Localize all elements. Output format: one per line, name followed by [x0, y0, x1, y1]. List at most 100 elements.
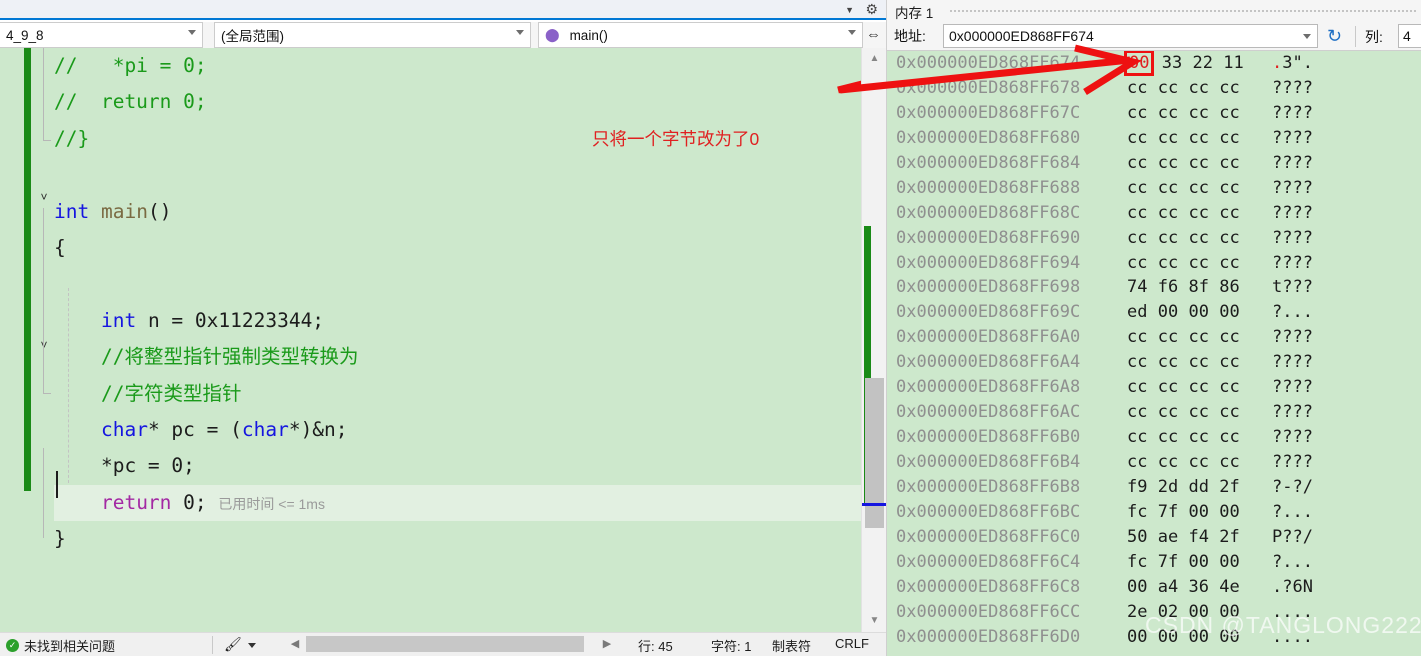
- address-input[interactable]: 0x000000ED868FF674: [943, 24, 1318, 48]
- status-eol-label[interactable]: CRLF: [835, 636, 869, 651]
- memory-byte[interactable]: 7f: [1158, 552, 1178, 572]
- memory-byte[interactable]: cc: [1188, 78, 1208, 98]
- memory-byte[interactable]: cc: [1127, 377, 1147, 397]
- memory-byte[interactable]: 7f: [1158, 502, 1178, 522]
- memory-byte[interactable]: cc: [1219, 228, 1239, 248]
- memory-byte[interactable]: fc: [1127, 502, 1147, 522]
- memory-byte[interactable]: 00: [1219, 302, 1239, 322]
- memory-byte[interactable]: 00: [1188, 552, 1208, 572]
- memory-row[interactable]: 0x000000ED868FF6C8 00 a4 36 4e .?6N: [887, 575, 1421, 600]
- memory-byte[interactable]: cc: [1219, 253, 1239, 273]
- memory-byte[interactable]: cc: [1127, 178, 1147, 198]
- memory-row[interactable]: 0x000000ED868FF6A4 cc cc cc cc????: [887, 350, 1421, 375]
- memory-byte[interactable]: 2f: [1219, 527, 1239, 547]
- code-line[interactable]: {: [54, 230, 886, 266]
- memory-row[interactable]: 0x000000ED868FF68C cc cc cc cc????: [887, 201, 1421, 226]
- memory-byte[interactable]: cc: [1127, 153, 1147, 173]
- memory-byte[interactable]: cc: [1158, 103, 1178, 123]
- code-line[interactable]: int main(): [54, 194, 886, 230]
- memory-byte[interactable]: cc: [1219, 178, 1239, 198]
- memory-byte[interactable]: 00: [1188, 502, 1208, 522]
- memory-row[interactable]: 0x000000ED868FF678 cc cc cc cc????: [887, 76, 1421, 101]
- drag-handle-dots[interactable]: [949, 9, 1418, 14]
- memory-byte[interactable]: 22: [1192, 53, 1212, 73]
- memory-row[interactable]: 0x000000ED868FF6AC cc cc cc cc????: [887, 400, 1421, 425]
- gear-icon[interactable]: ⚙: [865, 1, 878, 17]
- memory-byte[interactable]: cc: [1127, 352, 1147, 372]
- memory-byte[interactable]: f4: [1188, 527, 1208, 547]
- memory-byte[interactable]: 11: [1223, 53, 1243, 73]
- memory-byte[interactable]: 2f: [1219, 477, 1239, 497]
- hscrollbar-thumb[interactable]: [306, 636, 584, 652]
- memory-row[interactable]: 0x000000ED868FF694 cc cc cc cc????: [887, 251, 1421, 276]
- memory-row[interactable]: 0x000000ED868FF6A8 cc cc cc cc????: [887, 375, 1421, 400]
- memory-byte[interactable]: cc: [1158, 327, 1178, 347]
- memory-byte[interactable]: 50: [1127, 527, 1147, 547]
- memory-byte[interactable]: ae: [1158, 527, 1178, 547]
- memory-byte[interactable]: cc: [1219, 352, 1239, 372]
- code-line[interactable]: //字符类型指针: [54, 376, 886, 412]
- status-issues-label[interactable]: 未找到相关问题: [24, 636, 115, 655]
- split-window-icon[interactable]: ⇔: [866, 24, 881, 46]
- memory-byte[interactable]: cc: [1188, 178, 1208, 198]
- memory-byte[interactable]: cc: [1158, 427, 1178, 447]
- memory-row[interactable]: 0x000000ED868FF690 cc cc cc cc????: [887, 226, 1421, 251]
- function-selector-dropdown[interactable]: ⬤ main(): [538, 22, 863, 48]
- memory-byte[interactable]: cc: [1127, 78, 1147, 98]
- memory-row[interactable]: 0x000000ED868FF6B0 cc cc cc cc????: [887, 425, 1421, 450]
- code-line[interactable]: return 0; 已用时间 <= 1ms: [54, 484, 886, 522]
- memory-byte[interactable]: cc: [1158, 352, 1178, 372]
- memory-byte[interactable]: cc: [1127, 253, 1147, 273]
- memory-row[interactable]: 0x000000ED868FF6C4 fc 7f 00 00?...: [887, 550, 1421, 575]
- chevron-down-icon[interactable]: [1303, 34, 1311, 39]
- memory-byte[interactable]: 00: [1219, 502, 1239, 522]
- memory-byte[interactable]: 4e: [1219, 577, 1239, 597]
- memory-byte[interactable]: f6: [1158, 277, 1178, 297]
- memory-byte[interactable]: 00: [1127, 577, 1147, 597]
- memory-byte[interactable]: cc: [1219, 103, 1239, 123]
- memory-byte[interactable]: cc: [1158, 377, 1178, 397]
- memory-byte[interactable]: cc: [1219, 203, 1239, 223]
- chevron-down-icon[interactable]: ▼: [845, 4, 854, 16]
- memory-row[interactable]: 0x000000ED868FF67C cc cc cc cc????: [887, 101, 1421, 126]
- memory-row[interactable]: 0x000000ED868FF6A0 cc cc cc cc????: [887, 325, 1421, 350]
- status-indent-label[interactable]: 制表符: [772, 636, 811, 655]
- memory-byte[interactable]: dd: [1188, 477, 1208, 497]
- memory-byte[interactable]: 86: [1219, 277, 1239, 297]
- memory-byte[interactable]: cc: [1158, 452, 1178, 472]
- scope-selector-dropdown[interactable]: (全局范围): [214, 22, 531, 48]
- columns-input[interactable]: 4: [1398, 24, 1421, 48]
- memory-byte[interactable]: 74: [1127, 277, 1147, 297]
- memory-byte[interactable]: cc: [1219, 377, 1239, 397]
- code-line[interactable]: int n = 0x11223344;: [54, 303, 886, 339]
- memory-byte[interactable]: cc: [1127, 128, 1147, 148]
- memory-row[interactable]: 0x000000ED868FF680 cc cc cc cc????: [887, 126, 1421, 151]
- memory-byte[interactable]: 00: [1123, 51, 1155, 76]
- memory-byte[interactable]: cc: [1158, 178, 1178, 198]
- memory-byte[interactable]: cc: [1188, 203, 1208, 223]
- code-line[interactable]: [54, 157, 886, 193]
- memory-byte[interactable]: 00: [1158, 302, 1178, 322]
- memory-byte[interactable]: cc: [1158, 253, 1178, 273]
- memory-row[interactable]: 0x000000ED868FF674 00 33 22 11 .3".: [887, 51, 1421, 76]
- editor-horizontal-scrollbar[interactable]: ◀ ▶: [286, 634, 616, 654]
- scroll-down-arrow-icon[interactable]: ▼: [862, 610, 887, 632]
- memory-byte[interactable]: cc: [1188, 427, 1208, 447]
- memory-byte[interactable]: cc: [1158, 203, 1178, 223]
- code-surface[interactable]: ˅ ˅ // *pi = 0; // return 0; //} int main()…: [0, 48, 886, 632]
- code-line[interactable]: //将整型指针强制类型转换为: [54, 339, 886, 375]
- refresh-icon[interactable]: ↻: [1327, 25, 1342, 47]
- memory-byte[interactable]: cc: [1188, 352, 1208, 372]
- memory-byte[interactable]: cc: [1158, 128, 1178, 148]
- memory-row[interactable]: 0x000000ED868FF6BC fc 7f 00 00?...: [887, 500, 1421, 525]
- memory-row[interactable]: 0x000000ED868FF688 cc cc cc cc????: [887, 176, 1421, 201]
- code-line[interactable]: // *pi = 0;: [54, 48, 886, 84]
- chevron-down-icon[interactable]: [248, 643, 256, 648]
- memory-byte[interactable]: 8f: [1188, 277, 1208, 297]
- memory-byte[interactable]: cc: [1127, 427, 1147, 447]
- memory-byte[interactable]: cc: [1158, 228, 1178, 248]
- memory-byte[interactable]: cc: [1188, 377, 1208, 397]
- memory-row[interactable]: 0x000000ED868FF69C ed 00 00 00?...: [887, 300, 1421, 325]
- memory-byte[interactable]: cc: [1158, 402, 1178, 422]
- fold-column[interactable]: ˅ ˅: [36, 48, 54, 632]
